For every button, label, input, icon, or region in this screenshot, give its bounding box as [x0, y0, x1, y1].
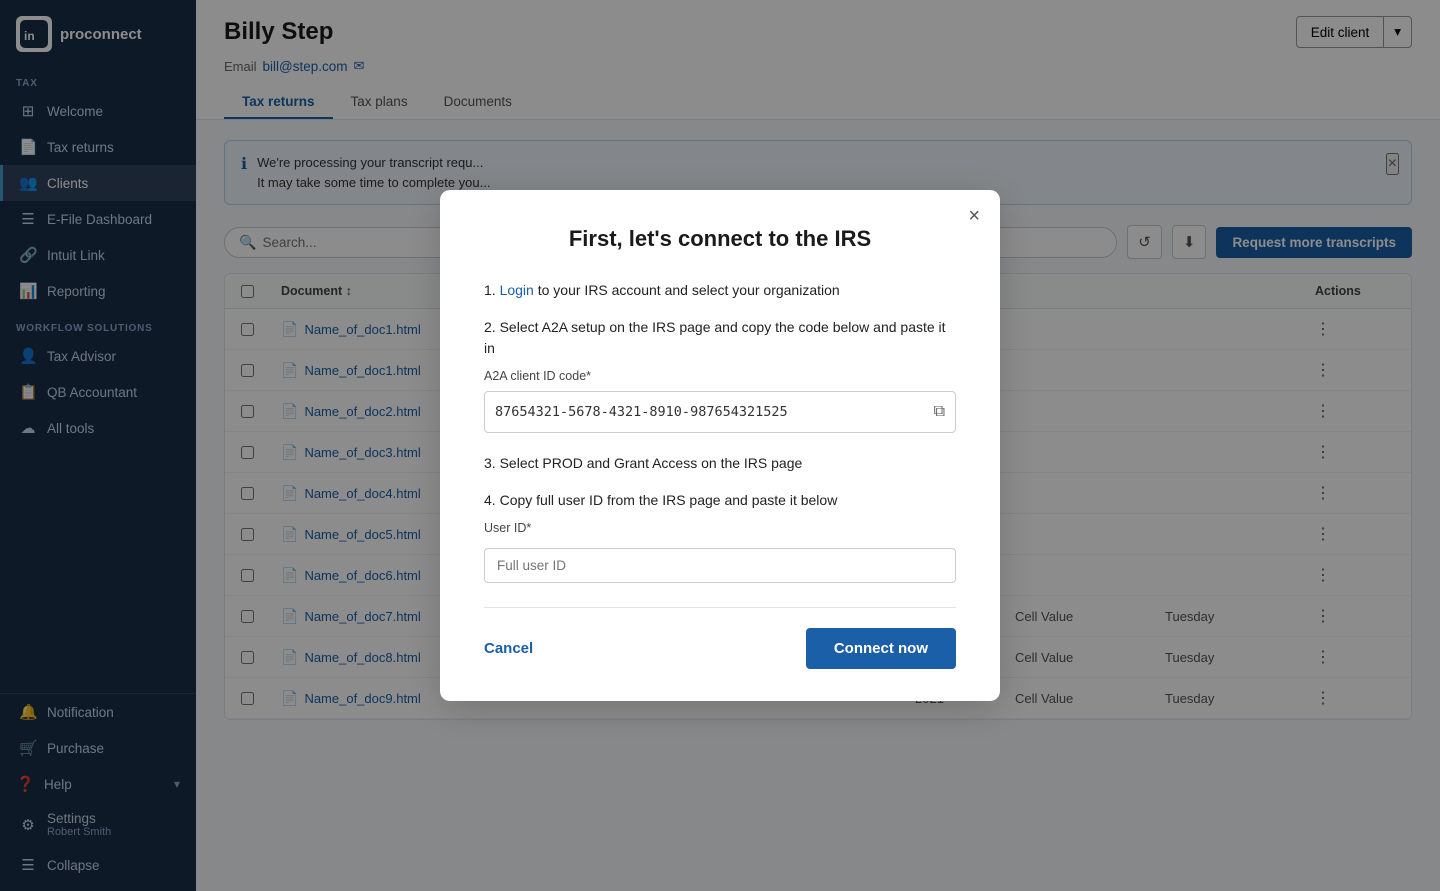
modal-step4: 4. Copy full user ID from the IRS page a… — [484, 490, 956, 583]
modal-step1: 1. Login to your IRS account and select … — [484, 280, 956, 301]
code-field: 87654321-5678-4321-8910-987654321525 ⧉ — [484, 391, 956, 433]
modal-close-button[interactable]: × — [968, 206, 980, 226]
user-id-input[interactable] — [484, 548, 956, 583]
modal-title: First, let's connect to the IRS — [484, 226, 956, 252]
copy-icon[interactable]: ⧉ — [934, 400, 945, 424]
modal-step3: 3. Select PROD and Grant Access on the I… — [484, 453, 956, 474]
connect-now-button[interactable]: Connect now — [806, 628, 956, 669]
step3-text: Select PROD and Grant Access on the IRS … — [500, 455, 803, 471]
modal-divider — [484, 607, 956, 608]
step2-text: Select A2A setup on the IRS page and cop… — [484, 319, 946, 356]
irs-connect-modal: × First, let's connect to the IRS 1. Log… — [440, 190, 1000, 701]
step2-label: A2A client ID code* — [484, 367, 956, 386]
step4-text: Copy full user ID from the IRS page and … — [500, 492, 838, 508]
login-link[interactable]: Login — [500, 282, 534, 298]
step1-suffix: to your IRS account and select your orga… — [534, 282, 840, 298]
modal-step2: 2. Select A2A setup on the IRS page and … — [484, 317, 956, 433]
modal-footer: Cancel Connect now — [484, 628, 956, 669]
a2a-code: 87654321-5678-4321-8910-987654321525 — [495, 402, 934, 422]
modal-overlay[interactable]: × First, let's connect to the IRS 1. Log… — [0, 0, 1440, 891]
cancel-button[interactable]: Cancel — [484, 640, 533, 657]
user-id-label: User ID* — [484, 519, 956, 538]
